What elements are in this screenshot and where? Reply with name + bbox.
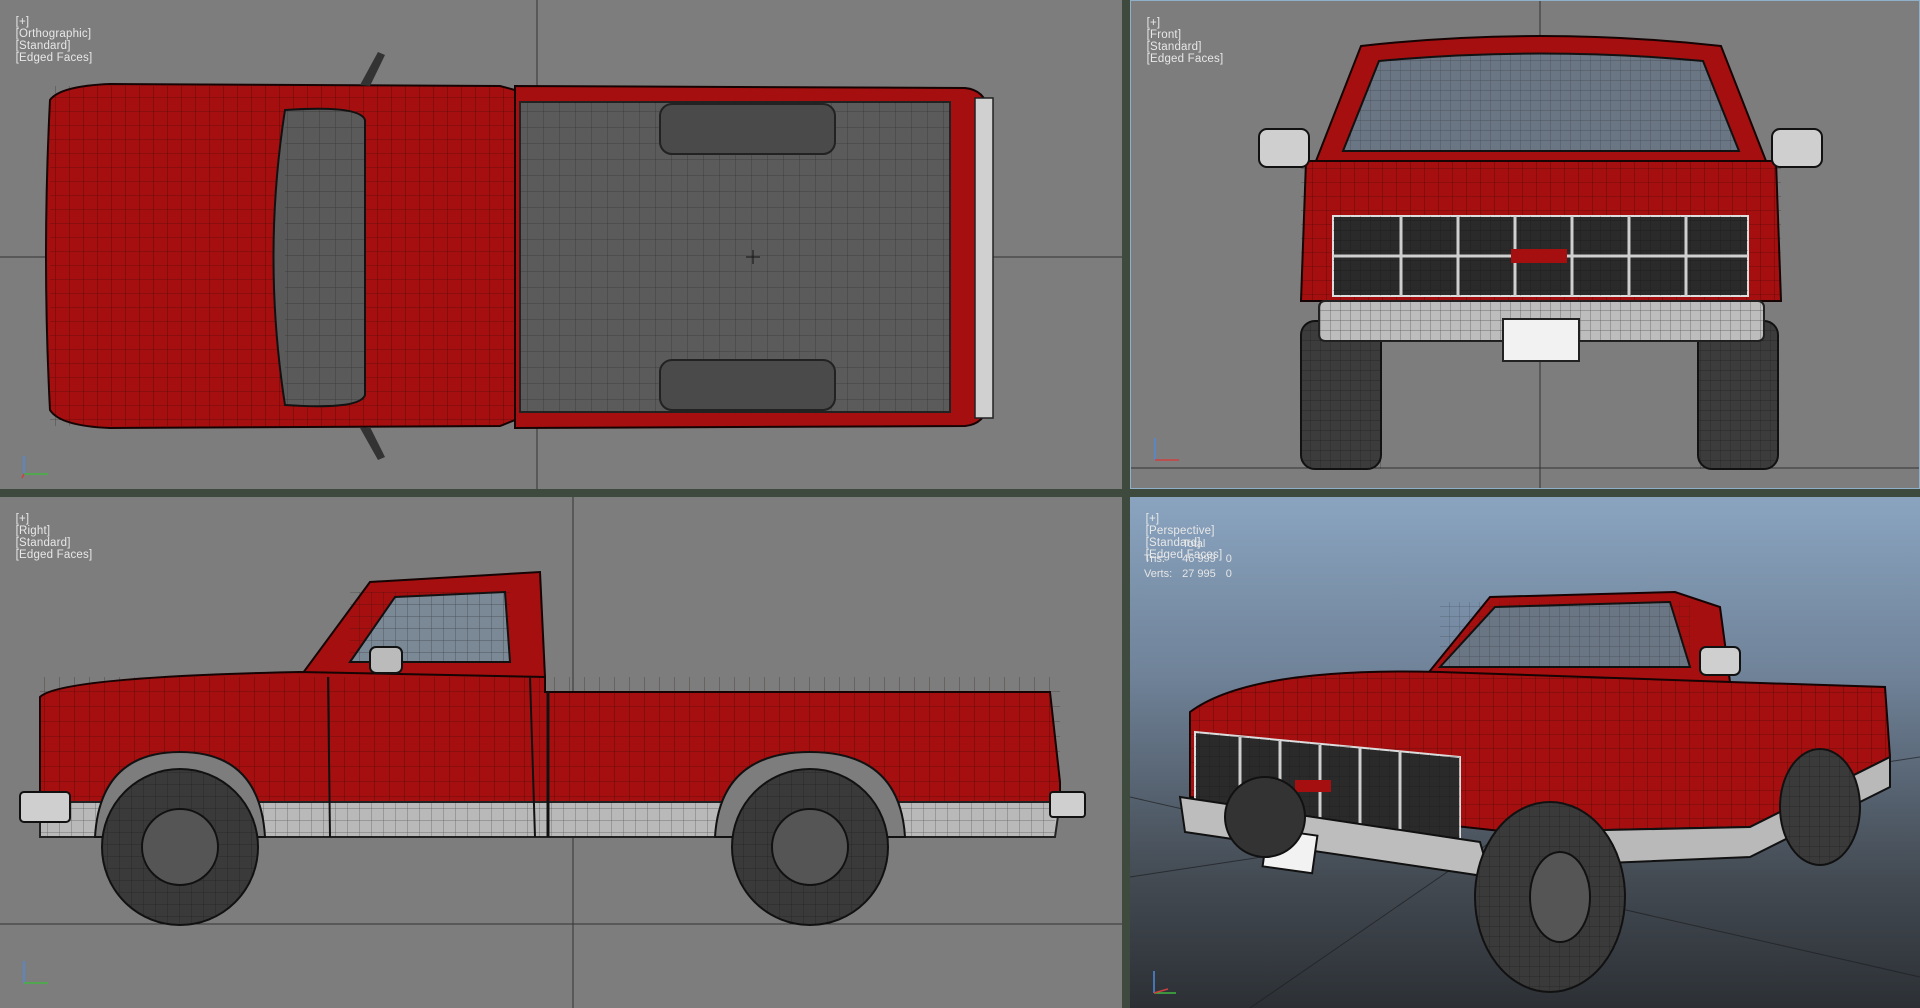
display-mode-label[interactable]: [Edged Faces] [1147,53,1224,65]
viewport-menu-button[interactable]: [+] [1147,17,1161,29]
stats-row-selected: 0 [1225,553,1232,565]
view-type-label[interactable]: [Perspective] [1146,525,1215,537]
stats-row-selected: 0 [1225,568,1232,580]
axis-gizmo-icon [1154,438,1179,461]
view-type-label[interactable]: [Front] [1147,29,1182,41]
stats-row-label: Tris: [1144,553,1165,565]
viewport-label-top: [+] [Orthographic] [Standard] [Edged Fac… [2,4,93,76]
truck-top-silhouette [45,52,994,460]
truck-perspective-silhouette [1178,590,1892,993]
scene-statistics: Total Tris: 46 999 0 Verts: 27 995 0 [1142,537,1240,582]
stats-row: Tris: 46 999 0 [1142,552,1240,567]
shading-label[interactable]: [Standard] [1147,41,1202,53]
display-mode-label[interactable]: [Edged Faces] [16,52,93,64]
stats-header-total: Total [1182,538,1206,550]
right-view-canvas [0,497,1122,1008]
viewport-label-right: [+] [Right] [Standard] [Edged Faces] [2,501,93,573]
viewport-right[interactable]: [+] [Right] [Standard] [Edged Faces] [0,497,1122,1008]
view-type-label[interactable]: [Right] [16,525,51,537]
stats-row-total: 27 995 [1182,568,1216,580]
viewport-menu-button[interactable]: [+] [16,16,30,28]
stats-row-total: 46 999 [1182,553,1216,565]
viewport-label-front: [+] [Front] [Standard] [Edged Faces] [1133,5,1224,77]
perspective-view-canvas [1130,590,1920,1008]
axis-gizmo-icon [23,961,48,984]
truck-side-silhouette [19,570,1086,926]
viewport-menu-button[interactable]: [+] [16,513,30,525]
stats-row: Verts: 27 995 0 [1142,567,1240,582]
stats-row-label: Verts: [1144,568,1173,580]
display-mode-label[interactable]: [Edged Faces] [16,549,93,561]
viewport-perspective[interactable]: [+] [Perspective] [Standard] [Edged Face… [1130,497,1920,1008]
shading-label[interactable]: [Standard] [16,537,71,549]
viewport-menu-button[interactable]: [+] [1146,513,1160,525]
viewport-top[interactable]: [+] [Orthographic] [Standard] [Edged Fac… [0,0,1122,489]
shading-label[interactable]: [Standard] [16,40,71,52]
axis-gizmo-icon [1153,971,1176,994]
top-view-canvas [0,0,1122,489]
front-view-canvas [1131,1,1919,488]
viewport-front[interactable]: [+] [Front] [Standard] [Edged Faces] [1130,0,1920,489]
axis-gizmo-icon [21,456,48,479]
view-type-label[interactable]: [Orthographic] [16,28,92,40]
